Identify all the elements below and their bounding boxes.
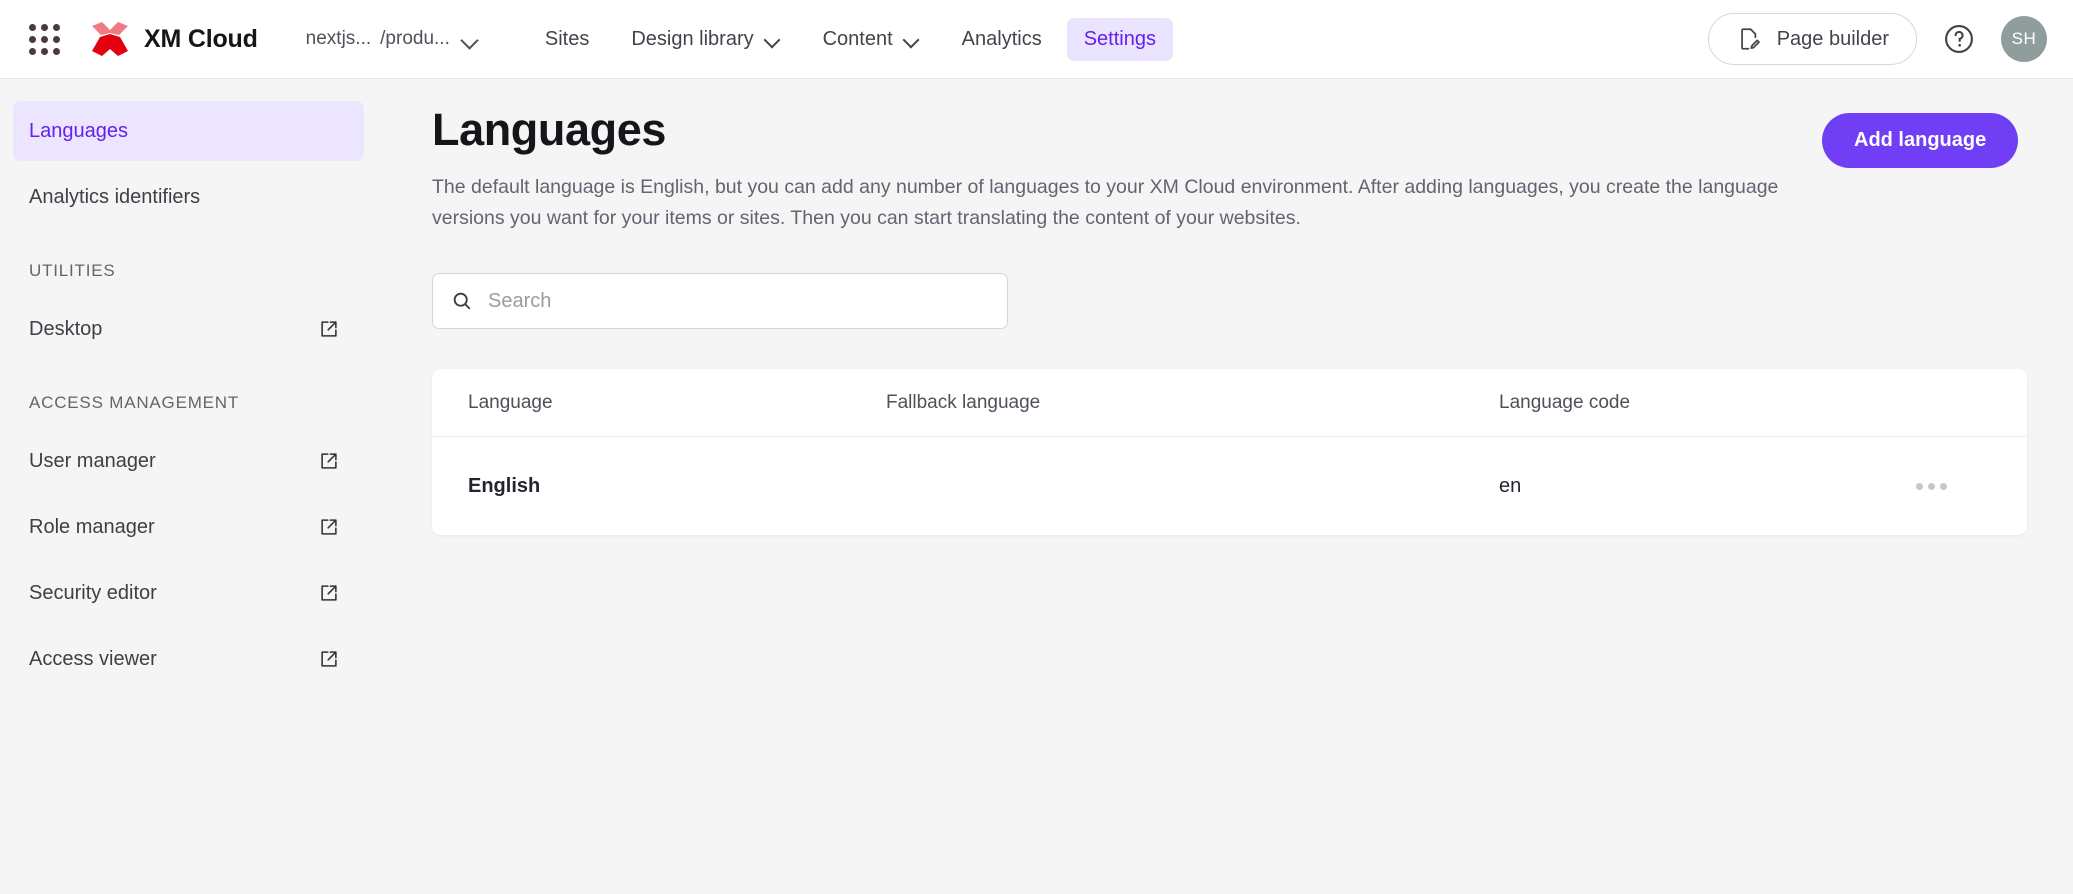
nav-item-content[interactable]: Content [806, 18, 937, 61]
xm-cloud-logo-icon [92, 22, 128, 56]
nav-item-settings[interactable]: Settings [1066, 17, 1173, 61]
apps-grid-icon[interactable] [22, 17, 66, 61]
chevron-down-icon [462, 34, 478, 44]
page-header-text: Languages The default language is Englis… [432, 103, 1792, 233]
external-link-icon [321, 519, 337, 535]
settings-sidebar: Languages Analytics identifiers UTILITIE… [0, 79, 388, 894]
sidebar-item-analytics-identifiers[interactable]: Analytics identifiers [13, 167, 364, 227]
page-header: Languages The default language is Englis… [432, 103, 2027, 233]
nav-label: Content [822, 27, 893, 50]
environment-path: /produ... [380, 28, 450, 49]
sidebar-item-role-manager[interactable]: Role manager [13, 497, 364, 557]
avatar-initials: SH [2011, 29, 2037, 48]
sidebar-group-utilities: UTILITIES [29, 261, 116, 280]
column-header-language: Language [468, 391, 553, 413]
sidebar-group-access-management: ACCESS MANAGEMENT [29, 393, 240, 412]
external-link-icon [321, 321, 337, 337]
sidebar-item-label: Security editor [29, 581, 157, 604]
page-builder-button[interactable]: Page builder [1707, 13, 1917, 65]
brand-name: XM Cloud [144, 24, 258, 53]
chevron-down-icon [765, 34, 781, 44]
avatar[interactable]: SH [2001, 16, 2047, 62]
external-link-icon [321, 651, 337, 667]
table-row[interactable]: English en [432, 437, 2027, 535]
page-body: Languages Analytics identifiers UTILITIE… [0, 79, 2073, 894]
nav-label: Design library [631, 27, 754, 50]
sidebar-item-access-viewer[interactable]: Access viewer [13, 629, 364, 689]
cell-actions [1871, 473, 1991, 500]
top-navigation-bar: XM Cloud nextjs... /produ... Sites Desig… [0, 0, 2073, 79]
nav-item-sites[interactable]: Sites [528, 18, 606, 61]
external-link-icon [321, 453, 337, 469]
help-circle-icon[interactable] [1939, 19, 1979, 59]
sidebar-item-user-manager[interactable]: User manager [13, 431, 364, 491]
sidebar-item-languages[interactable]: Languages [13, 101, 364, 161]
table-header-row: Language Fallback language Language code [432, 369, 2027, 438]
languages-table: Language Fallback language Language code… [432, 369, 2027, 536]
nav-item-analytics[interactable]: Analytics [945, 18, 1059, 61]
page-description: The default language is English, but you… [432, 175, 1779, 229]
search-icon [453, 293, 471, 310]
page-title: Languages [432, 104, 666, 155]
sidebar-item-label: Access viewer [29, 647, 157, 670]
sidebar-item-label: Role manager [29, 515, 155, 538]
more-horizontal-icon[interactable] [1906, 473, 1957, 500]
top-bar-actions: Page builder SH [1707, 13, 2047, 65]
sidebar-item-label: Desktop [29, 317, 103, 340]
nav-label: Analytics [961, 27, 1042, 50]
column-header-language-code: Language code [1499, 391, 1631, 413]
cell-language-code: en [1499, 474, 1522, 497]
nav-item-design-library[interactable]: Design library [614, 18, 797, 61]
chevron-down-icon [904, 34, 920, 44]
nav-label: Settings [1083, 27, 1156, 50]
environment-label: nextjs... /produ... [306, 28, 450, 50]
column-header-fallback-language: Fallback language [886, 391, 1041, 413]
search-input[interactable] [488, 289, 989, 313]
main-content: Languages The default language is Englis… [388, 79, 2073, 894]
page-edit-icon [1740, 28, 1760, 50]
app-root: XM Cloud nextjs... /produ... Sites Desig… [0, 0, 2073, 894]
main-navigation: Sites Design library Content Analytics S… [528, 17, 1173, 61]
sidebar-item-label: User manager [29, 449, 156, 472]
page-builder-label: Page builder [1776, 27, 1889, 50]
nav-label: Sites [544, 27, 590, 50]
environment-site: nextjs... [305, 28, 372, 49]
brand-logo-link[interactable]: XM Cloud [89, 20, 258, 58]
sidebar-item-desktop[interactable]: Desktop [13, 299, 364, 359]
external-link-icon [321, 585, 337, 601]
add-language-button[interactable]: Add language [1822, 113, 2019, 168]
sidebar-item-security-editor[interactable]: Security editor [13, 563, 364, 623]
environment-switcher[interactable]: nextjs... /produ... [294, 20, 490, 58]
sidebar-item-label: Languages [29, 119, 128, 142]
cell-language: English [468, 474, 541, 497]
sidebar-item-label: Analytics identifiers [29, 185, 201, 208]
search-field[interactable] [432, 273, 1008, 330]
